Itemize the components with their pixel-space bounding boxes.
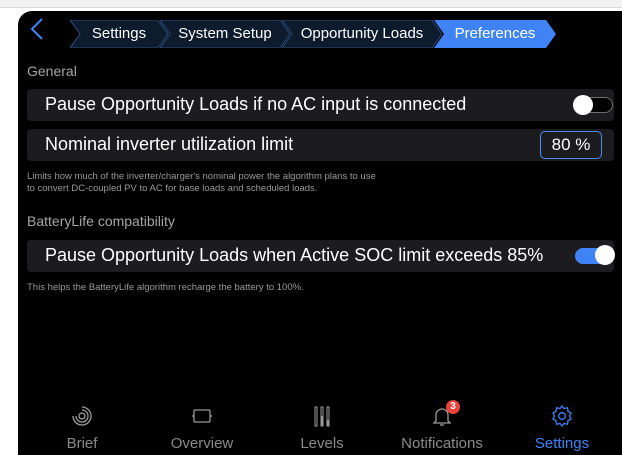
nav-item-notifications[interactable]: 3 Notifications	[382, 400, 502, 455]
breadcrumb-label: Preferences	[454, 25, 536, 42]
breadcrumb: Settings System Setup Opportunity Loads …	[18, 11, 622, 48]
back-chevron-icon[interactable]	[26, 17, 50, 41]
section-label-batterylife: BatteryLife compatibility	[27, 213, 175, 229]
nav-label: Notifications	[401, 435, 483, 452]
nav-item-levels[interactable]: Levels	[262, 404, 382, 455]
nav-label: Settings	[534, 435, 590, 452]
breadcrumb-item-preferences[interactable]: Preferences	[434, 20, 556, 48]
nav-item-settings[interactable]: Settings	[502, 404, 622, 455]
breadcrumb-label: System Setup	[178, 25, 272, 42]
pause-soc-label: Pause Opportunity Loads when Active SOC …	[45, 245, 544, 265]
nav-label: Levels	[300, 435, 344, 452]
pause-soc-row[interactable]: Pause Opportunity Loads when Active SOC …	[27, 240, 615, 272]
pause-no-ac-row[interactable]: Pause Opportunity Loads if no AC input i…	[27, 89, 614, 121]
breadcrumb-item-settings[interactable]: Settings	[70, 20, 168, 48]
section-label-general: General	[27, 63, 77, 79]
breadcrumb-label: Opportunity Loads	[300, 25, 424, 42]
notification-badge: 3	[446, 400, 460, 414]
breadcrumb-item-system-setup[interactable]: System Setup	[160, 20, 290, 48]
toggle-knob	[595, 245, 615, 265]
app-screen: Settings System Setup Opportunity Loads …	[18, 11, 622, 455]
brief-icon	[72, 406, 92, 426]
nav-label: Brief	[66, 435, 98, 452]
description-line: Limits how much of the inverter/charger'…	[27, 171, 376, 182]
inverter-limit-value[interactable]: 80 %	[540, 131, 602, 159]
breadcrumb-item-opportunity-loads[interactable]: Opportunity Loads	[282, 20, 442, 48]
gear-icon	[552, 405, 572, 427]
pause-soc-description: This helps the BatteryLife algorithm rec…	[27, 282, 304, 293]
nav-label: Overview	[170, 435, 234, 452]
toggle-knob	[573, 95, 593, 115]
pause-no-ac-toggle[interactable]	[573, 95, 613, 115]
breadcrumb-label: Settings	[91, 25, 147, 42]
browser-top-edge	[0, 0, 622, 8]
nav-item-brief[interactable]: Brief	[22, 404, 142, 455]
overview-icon	[192, 409, 212, 423]
levels-icon	[314, 406, 330, 427]
inverter-limit-description: Limits how much of the inverter/charger'…	[27, 171, 376, 195]
inverter-limit-label: Nominal inverter utilization limit	[45, 134, 294, 154]
pause-no-ac-label: Pause Opportunity Loads if no AC input i…	[45, 94, 467, 114]
inverter-limit-row[interactable]: Nominal inverter utilization limit 80 %	[27, 129, 614, 161]
pause-soc-toggle[interactable]	[575, 245, 615, 265]
nav-item-overview[interactable]: Overview	[142, 404, 262, 455]
description-line: to convert DC-coupled PV to AC for base …	[27, 183, 318, 194]
